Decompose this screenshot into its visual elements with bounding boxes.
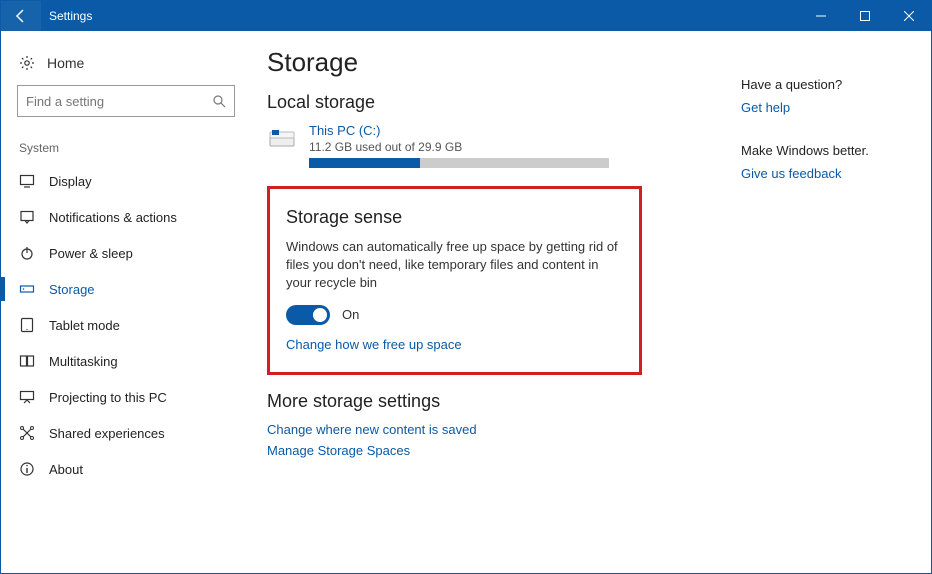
storage-sense-heading: Storage sense [286,207,623,228]
get-help-link[interactable]: Get help [741,100,901,115]
drive-usage-text: 11.2 GB used out of 29.9 GB [309,140,609,154]
sidebar-item-power[interactable]: Power & sleep [1,235,251,271]
sidebar-item-multitasking[interactable]: Multitasking [1,343,251,379]
sidebar-item-shared[interactable]: Shared experiences [1,415,251,451]
sidebar-item-label: Storage [49,282,95,297]
sidebar-item-label: Shared experiences [49,426,165,441]
drive-row[interactable]: This PC (C:) 11.2 GB used out of 29.9 GB [267,123,721,168]
sidebar-item-label: About [49,462,83,477]
window-title: Settings [49,9,92,23]
content: Storage Local storage This PC (C:) 11.2 … [267,47,721,573]
drive-name[interactable]: This PC (C:) [309,123,609,138]
search-box[interactable] [17,85,235,117]
change-free-up-link[interactable]: Change how we free up space [286,337,623,352]
sidebar-item-label: Multitasking [49,354,118,369]
sidebar-item-display[interactable]: Display [1,163,251,199]
change-content-saved-link[interactable]: Change where new content is saved [267,422,721,437]
display-icon [19,173,35,189]
sidebar-item-about[interactable]: About [1,451,251,487]
page-title: Storage [267,47,721,78]
sidebar-item-label: Display [49,174,92,189]
minimize-button[interactable] [799,1,843,31]
sidebar-item-notifications[interactable]: Notifications & actions [1,199,251,235]
storage-sense-toggle-label: On [342,307,359,322]
more-settings-heading: More storage settings [267,391,721,412]
sidebar-item-storage[interactable]: Storage [1,271,251,307]
drive-icon [267,127,297,153]
storage-icon [19,281,35,297]
local-storage-heading: Local storage [267,92,721,113]
home-label: Home [47,55,84,71]
shared-icon [19,425,35,441]
home-nav[interactable]: Home [1,49,251,85]
storage-sense-description: Windows can automatically free up space … [286,238,623,293]
maximize-button[interactable] [843,1,887,31]
storage-sense-section: Storage sense Windows can automatically … [267,186,642,375]
drive-usage-bar [309,158,609,168]
sidebar-item-label: Projecting to this PC [49,390,167,405]
sidebar: Home System Display Notifications & acti… [1,31,251,573]
manage-storage-spaces-link[interactable]: Manage Storage Spaces [267,443,721,458]
title-bar: Settings [1,1,931,31]
sidebar-group-label: System [1,135,251,163]
sidebar-item-label: Notifications & actions [49,210,177,225]
storage-sense-toggle[interactable] [286,305,330,325]
sidebar-item-label: Tablet mode [49,318,120,333]
back-button[interactable] [1,1,41,31]
sidebar-item-label: Power & sleep [49,246,133,261]
feedback-heading: Make Windows better. [741,143,901,158]
sidebar-item-tablet[interactable]: Tablet mode [1,307,251,343]
question-heading: Have a question? [741,77,901,92]
gear-icon [19,55,35,71]
power-icon [19,245,35,261]
close-button[interactable] [887,1,931,31]
right-column: Have a question? Get help Make Windows b… [721,47,901,573]
give-feedback-link[interactable]: Give us feedback [741,166,901,181]
tablet-icon [19,317,35,333]
projecting-icon [19,389,35,405]
about-icon [19,461,35,477]
multitasking-icon [19,353,35,369]
search-icon [212,94,226,108]
search-input[interactable] [26,94,212,109]
notifications-icon [19,209,35,225]
sidebar-item-projecting[interactable]: Projecting to this PC [1,379,251,415]
